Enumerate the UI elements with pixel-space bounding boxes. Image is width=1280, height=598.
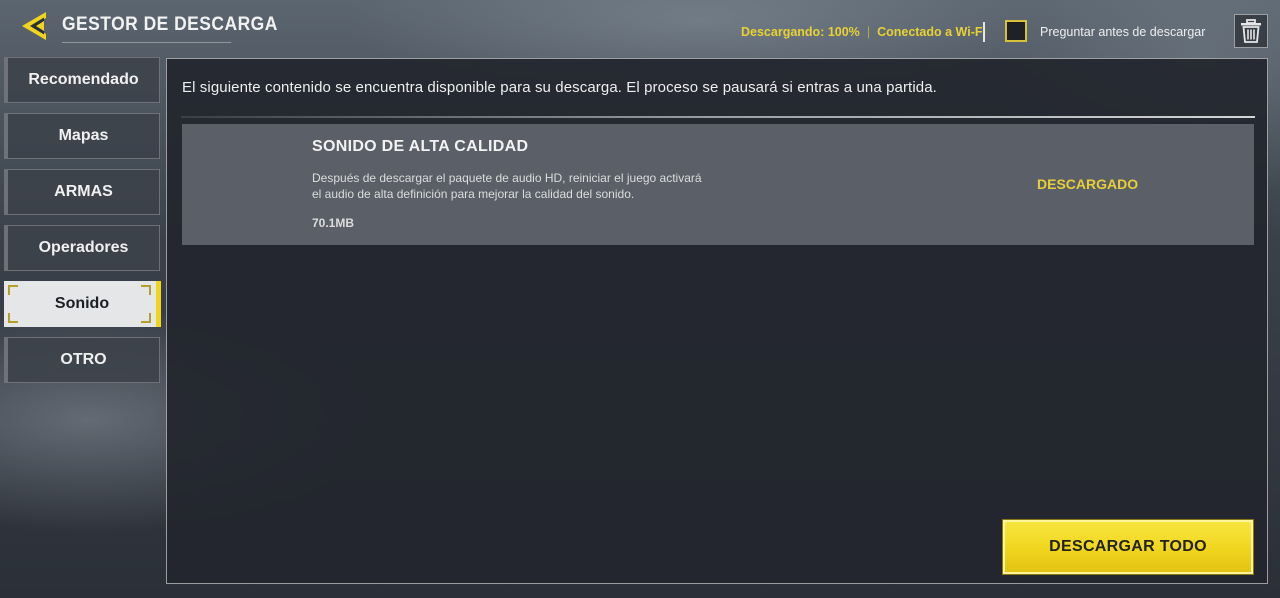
item-description-line: Después de descargar el paquete de audio… — [312, 171, 702, 185]
item-description: Después de descargar el paquete de audio… — [312, 170, 732, 202]
sidebar-item-armas[interactable]: ARMAS — [4, 169, 160, 215]
item-description-line: el audio de alta definición para mejorar… — [312, 187, 635, 201]
header-divider — [983, 22, 985, 42]
sidebar-item-operadores[interactable]: Operadores — [4, 225, 160, 271]
page-title: GESTOR DE DESCARGA — [62, 8, 277, 43]
item-title: SONIDO DE ALTA CALIDAD — [312, 138, 529, 155]
back-arrow-icon — [22, 12, 46, 40]
content-panel: El siguiente contenido se encuentra disp… — [166, 58, 1268, 584]
selection-corner — [141, 313, 151, 323]
divider — [181, 116, 1255, 118]
selection-corner — [8, 285, 18, 295]
connection-status-text: Conectado a Wi-Fi — [877, 25, 986, 39]
sidebar-item-mapas[interactable]: Mapas — [4, 113, 160, 159]
selection-corner — [8, 313, 18, 323]
selection-corner — [141, 285, 151, 295]
download-item-card[interactable]: SONIDO DE ALTA CALIDAD Después de descar… — [182, 124, 1254, 245]
back-button[interactable] — [16, 8, 52, 44]
ask-before-download-label: Preguntar antes de descargar — [1040, 25, 1206, 39]
item-status: DESCARGADO — [1037, 176, 1139, 192]
sidebar-item-label: Recomendado — [28, 71, 139, 88]
sidebar-item-label: Mapas — [58, 127, 109, 144]
sidebar-item-label: Sonido — [54, 295, 110, 312]
download-status: Descargando: 100% | Conectado a Wi-Fi — [741, 22, 986, 42]
download-all-button[interactable]: DESCARGAR TODO — [1002, 519, 1254, 575]
intro-text: El siguiente contenido se encuentra disp… — [182, 79, 937, 96]
status-separator: | — [866, 25, 871, 39]
item-size: 70.1MB — [312, 216, 355, 230]
delete-button[interactable] — [1234, 14, 1268, 48]
ask-before-download-checkbox[interactable] — [1005, 20, 1027, 42]
sidebar-item-label: OTRO — [60, 351, 107, 368]
sidebar-item-label: Operadores — [38, 239, 129, 256]
downloading-progress-text: Descargando: 100% — [741, 25, 860, 39]
trash-icon — [1241, 19, 1261, 43]
sidebar-item-otro[interactable]: OTRO — [4, 337, 160, 383]
sidebar-item-recomendado[interactable]: Recomendado — [4, 57, 160, 103]
download-manager-screen: GESTOR DE DESCARGA Descargando: 100% | C… — [0, 0, 1280, 598]
sidebar-item-label: ARMAS — [54, 183, 113, 200]
sidebar-item-sonido[interactable]: Sonido — [4, 281, 161, 327]
